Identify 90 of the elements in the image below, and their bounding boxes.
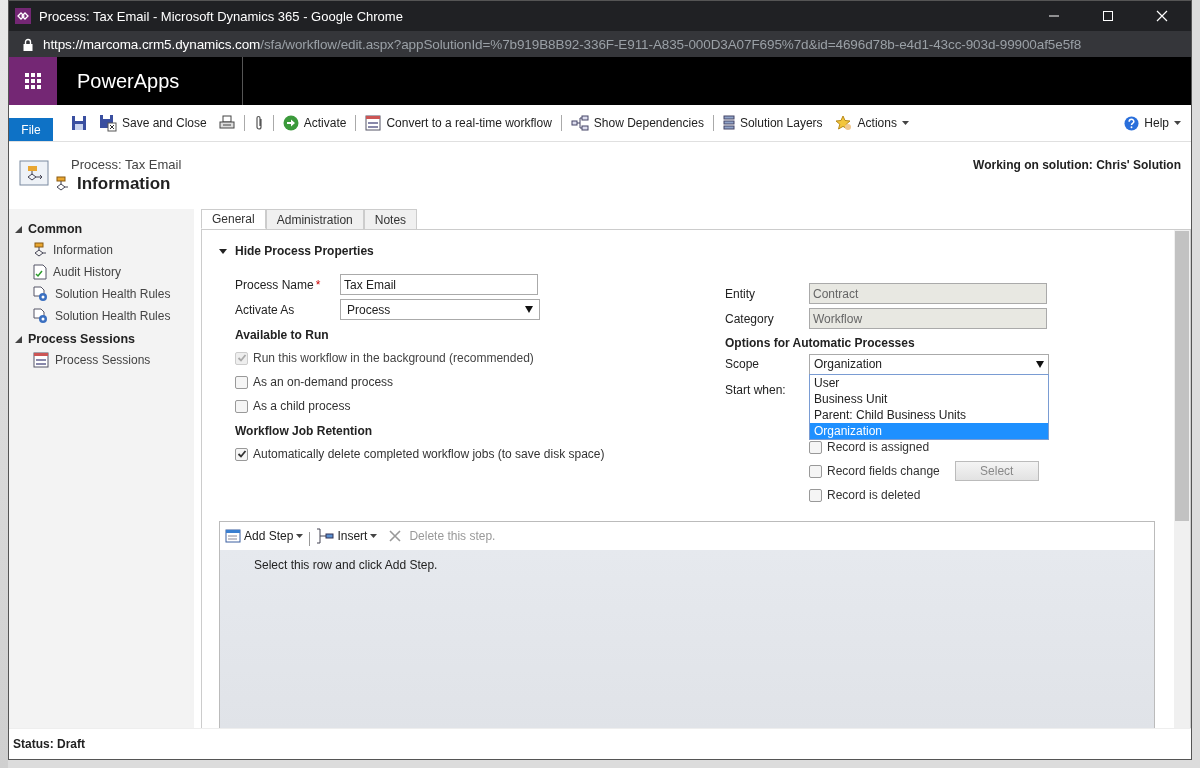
app-name[interactable]: PowerApps bbox=[57, 57, 243, 105]
scope-dropdown[interactable]: Organization bbox=[809, 353, 1049, 375]
process-name-field[interactable]: Tax Email bbox=[340, 274, 538, 295]
checkbox-label: Record is deleted bbox=[827, 488, 921, 502]
status-text: Status: Draft bbox=[9, 728, 1191, 759]
caret-icon bbox=[1174, 121, 1181, 125]
printer-icon bbox=[218, 115, 235, 131]
checkbox[interactable] bbox=[809, 440, 822, 454]
group-heading: Workflow Job Retention bbox=[235, 424, 374, 438]
insert-branch-icon bbox=[316, 528, 335, 544]
tab[interactable]: Notes bbox=[363, 209, 418, 229]
checkbox[interactable] bbox=[809, 488, 822, 502]
process-flow-icon bbox=[55, 176, 69, 192]
app-logo-icon bbox=[15, 8, 31, 24]
tab[interactable]: Administration bbox=[265, 209, 364, 229]
close-icon[interactable] bbox=[1156, 10, 1168, 22]
checkbox-label: As an on-demand process bbox=[253, 375, 394, 389]
field-label: Category bbox=[725, 311, 775, 326]
form-window-icon bbox=[33, 352, 49, 368]
checked-document-icon bbox=[33, 264, 47, 280]
file-button[interactable]: File bbox=[9, 118, 53, 141]
activate-as-dropdown[interactable]: Process bbox=[340, 299, 540, 320]
insert-button[interactable]: Insert bbox=[314, 528, 380, 544]
field-label: Start when: bbox=[725, 383, 787, 399]
field-label: Process Name * bbox=[235, 277, 322, 292]
floppy-disk-close-icon bbox=[99, 114, 117, 132]
record-type-label: Process: Tax Email bbox=[71, 157, 182, 172]
entity-field[interactable]: Contract bbox=[809, 283, 1047, 304]
add-step-button[interactable]: Add Step bbox=[223, 529, 306, 543]
process-flow-icon bbox=[19, 160, 49, 188]
nav-item[interactable]: Information bbox=[9, 239, 194, 261]
activate-button[interactable]: Activate bbox=[276, 115, 353, 131]
process-flow-icon bbox=[33, 242, 47, 258]
group-heading: Options for Automatic Processes bbox=[725, 336, 916, 350]
step-hint: Select this row and click Add Step. bbox=[254, 558, 438, 572]
checkbox[interactable] bbox=[235, 399, 248, 413]
checkbox-label: Record is assigned bbox=[827, 440, 930, 454]
document-gear-icon bbox=[33, 308, 49, 324]
checkbox[interactable] bbox=[235, 375, 248, 389]
nav-item[interactable]: Audit History bbox=[9, 261, 194, 283]
section-toggle[interactable]: Hide Process Properties bbox=[219, 244, 1158, 258]
dropdown-option[interactable]: Parent: Child Business Units bbox=[810, 406, 1048, 423]
lock-icon bbox=[23, 37, 33, 51]
checkbox-label: Run this workflow in the background (recommended) bbox=[253, 351, 534, 365]
scrollbar-thumb[interactable] bbox=[1175, 231, 1189, 521]
nav-item[interactable]: Solution Health Rules bbox=[9, 283, 194, 305]
group-heading: Available to Run bbox=[235, 328, 330, 342]
maximize-icon[interactable] bbox=[1102, 10, 1114, 22]
tab[interactable]: General bbox=[201, 209, 266, 229]
dependencies-button[interactable]: Show Dependencies bbox=[564, 115, 710, 131]
nav-group-header[interactable]: Common bbox=[9, 219, 194, 239]
field-label: Scope bbox=[725, 357, 761, 371]
help-button[interactable]: Help bbox=[1118, 115, 1187, 131]
nav-item[interactable]: Process Sessions bbox=[9, 349, 194, 371]
caret-icon bbox=[296, 534, 304, 538]
dropdown-arrow-icon bbox=[1036, 360, 1044, 368]
hierarchy-icon bbox=[570, 115, 589, 131]
form-window-icon bbox=[365, 115, 382, 131]
checkbox[interactable] bbox=[235, 447, 248, 461]
checkbox-label: As a child process bbox=[253, 399, 351, 413]
convert-button[interactable]: Convert to a real-time workflow bbox=[359, 115, 558, 131]
dropdown-option[interactable]: Business Unit bbox=[810, 390, 1048, 407]
caret-icon bbox=[370, 534, 378, 538]
close-icon bbox=[389, 530, 402, 542]
actions-button[interactable]: Actions bbox=[828, 115, 915, 131]
nav-item[interactable]: Solution Health Rules bbox=[9, 305, 194, 327]
field-label: Activate As bbox=[235, 302, 296, 317]
checkbox[interactable] bbox=[809, 464, 822, 478]
dropdown-option[interactable]: User bbox=[810, 374, 1048, 391]
nav-group-header[interactable]: Process Sessions bbox=[9, 329, 194, 349]
form-title: Information bbox=[77, 174, 171, 194]
scrollbar[interactable] bbox=[1174, 230, 1190, 728]
field-label: Entity bbox=[725, 286, 756, 301]
checkbox-label: Record fields change bbox=[827, 464, 940, 478]
document-gear-icon bbox=[33, 286, 49, 302]
step-area[interactable]: Select this row and click Add Step. bbox=[220, 550, 1154, 728]
paperclip-icon bbox=[253, 115, 264, 131]
star-hand-icon bbox=[834, 115, 853, 131]
category-field[interactable]: Workflow bbox=[809, 308, 1047, 329]
layers-button[interactable]: Solution Layers bbox=[716, 115, 829, 131]
grid-icon bbox=[25, 73, 41, 89]
window-title: Process: Tax Email - Microsoft Dynamics 365 - Google Chrome bbox=[39, 8, 403, 24]
save-close-button[interactable]: Save and Close bbox=[93, 114, 213, 132]
question-mark-icon bbox=[1124, 115, 1140, 131]
form-add-icon bbox=[225, 529, 241, 543]
app-launcher-button[interactable] bbox=[9, 57, 57, 105]
solution-label: Working on solution: Chris' Solution bbox=[973, 158, 1181, 172]
stacked-layers-icon bbox=[722, 115, 735, 131]
checkbox-label: Automatically delete completed workflow jobs (to save disk space) bbox=[253, 447, 605, 461]
dropdown-arrow-icon bbox=[525, 306, 533, 313]
